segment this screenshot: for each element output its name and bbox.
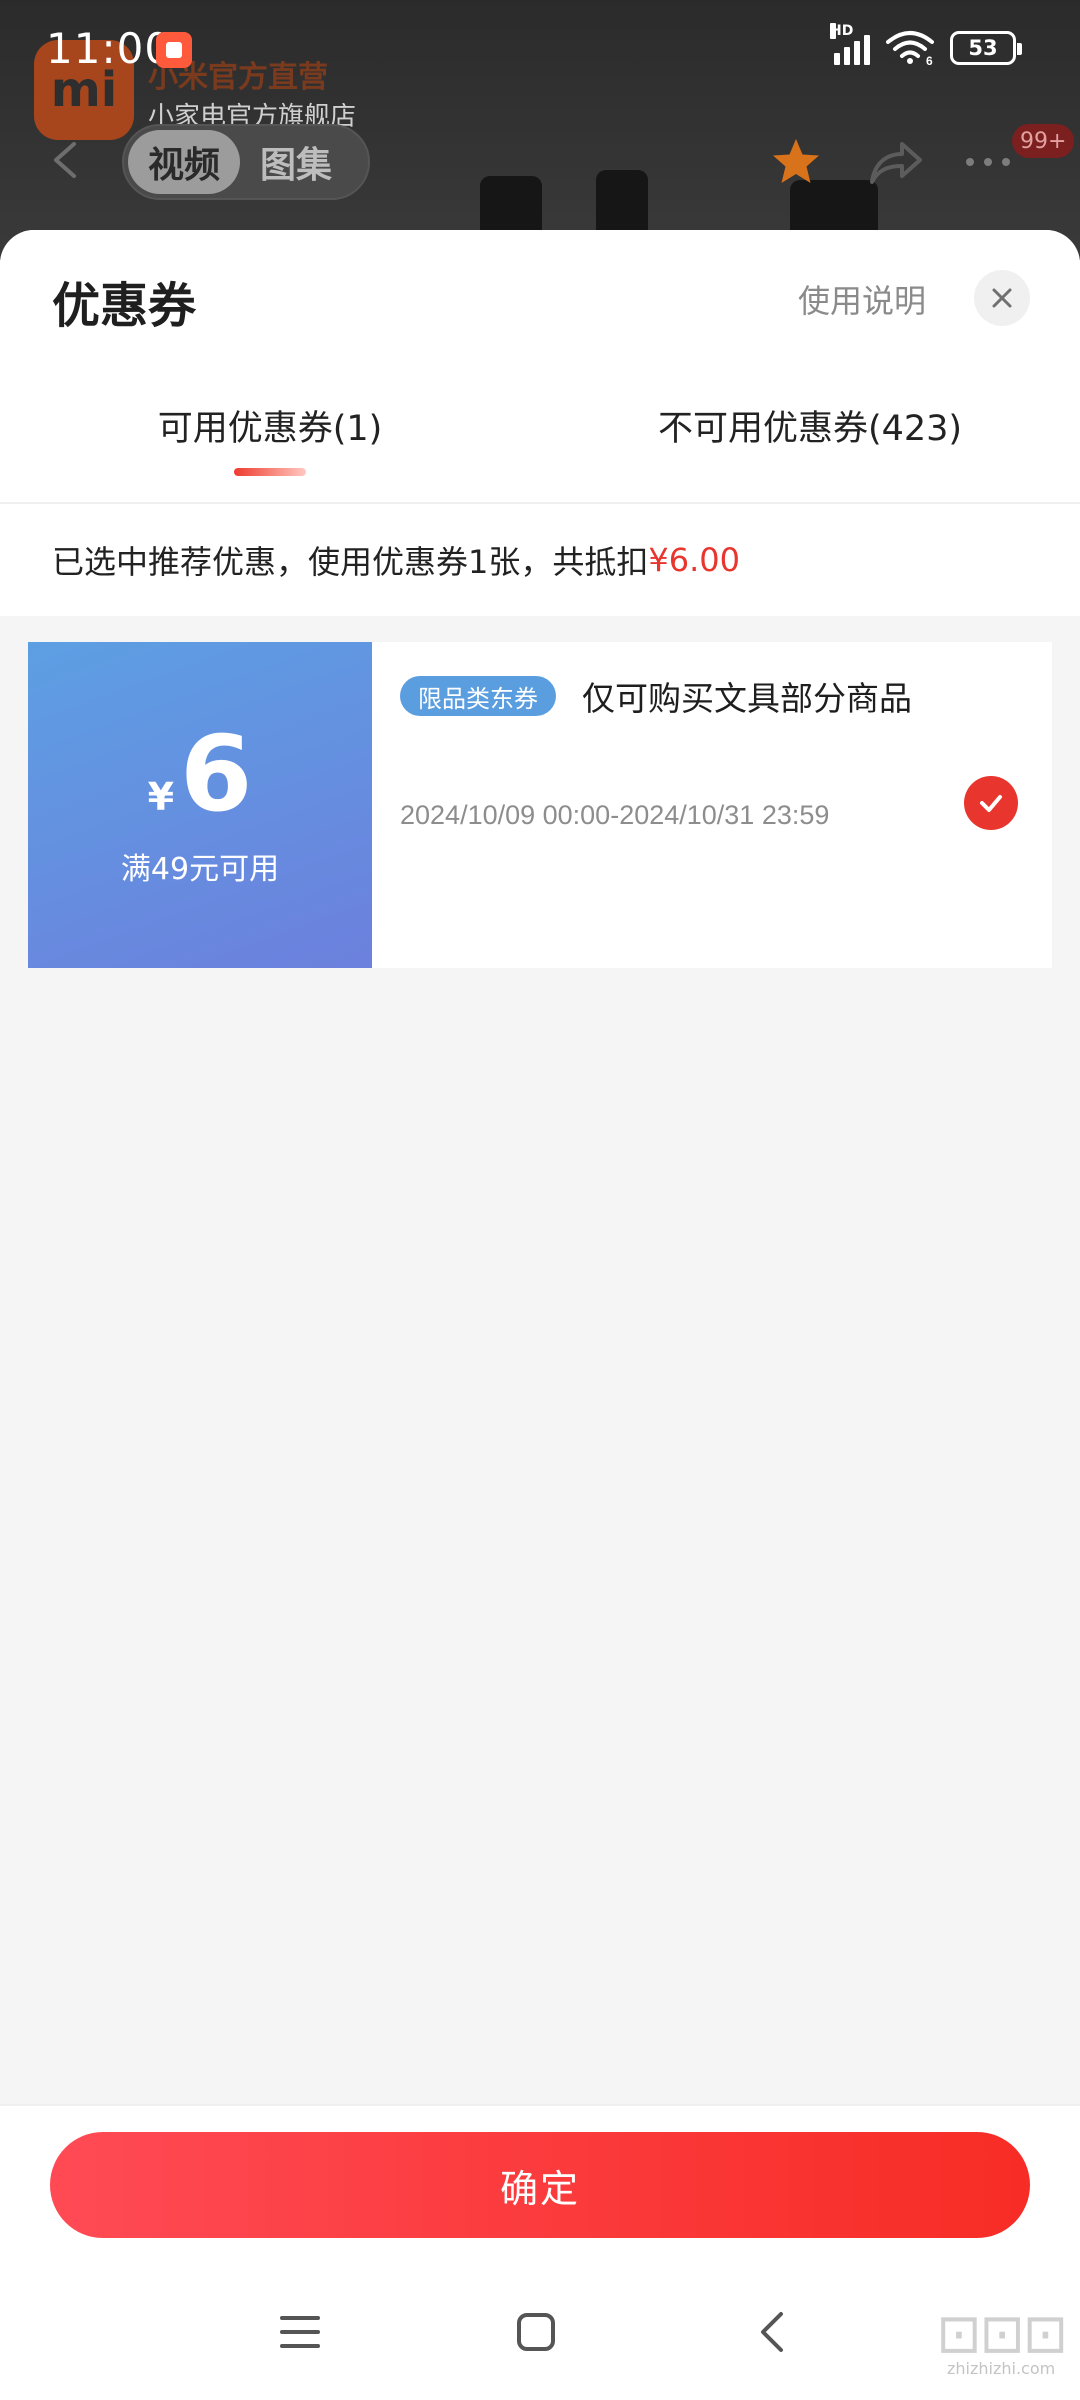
close-icon: [992, 288, 1012, 308]
tab-available-coupons[interactable]: 可用优惠券(1): [0, 400, 540, 500]
message-badge: 99+: [1012, 124, 1075, 158]
checkmark-icon: [980, 795, 1002, 812]
discount-summary: 已选中推荐优惠，使用优惠券1张，共抵扣 ¥6.00: [0, 504, 1080, 616]
confirm-button[interactable]: 确定: [50, 2132, 1030, 2238]
tab-unavailable-coupons[interactable]: 不可用优惠券(423): [540, 400, 1080, 500]
media-tab-video[interactable]: 视频: [128, 130, 241, 194]
coupon-sheet: 优惠券 使用说明 可用优惠券(1) 不可用优惠券(423) 已选中推荐优惠，使用…: [0, 230, 1080, 2400]
back-chevron-icon: [761, 2312, 783, 2352]
coupon-validity: 2024/10/09 00:00-2024/10/31 23:59: [400, 800, 830, 830]
coupon-details: 限品类东券 仅可购买文具部分商品 2024/10/09 00:00-2024/1…: [372, 642, 1052, 968]
watermark-text: zhizhizhi.com: [947, 2359, 1056, 2378]
tab-label: 可用优惠券(1): [157, 409, 383, 449]
notification-app-icon: [156, 32, 192, 68]
coupon-selected-checkbox[interactable]: [964, 776, 1018, 830]
nav-home-button[interactable]: [506, 2302, 566, 2362]
coupon-tabs: 可用优惠券(1) 不可用优惠券(423): [0, 400, 1080, 500]
battery-level: 53: [968, 36, 998, 60]
summary-amount: ¥6.00: [648, 541, 740, 579]
nav-back-button[interactable]: [742, 2302, 802, 2362]
sheet-header: 优惠券 使用说明 可用优惠券(1) 不可用优惠券(423): [0, 230, 1080, 502]
summary-text: 已选中推荐优惠，使用优惠券1张，共抵扣: [52, 543, 649, 581]
coupon-condition: 满49元可用: [120, 852, 280, 887]
active-tab-indicator: [234, 468, 306, 476]
tab-label: 不可用优惠券(423): [657, 409, 963, 449]
watermark-logo: ⊡⊡⊡: [936, 2302, 1068, 2365]
system-navigation-bar: ⊡⊡⊡ zhizhizhi.com: [0, 2276, 1080, 2386]
coupon-description: 仅可购买文具部分商品: [582, 679, 912, 718]
favorite-star-icon[interactable]: [770, 136, 822, 188]
coupon-category-tag: 限品类东券: [400, 676, 556, 716]
coupon-value: 6: [180, 713, 253, 835]
more-options-icon[interactable]: [966, 158, 1010, 166]
sheet-footer: 确定 ⊡⊡⊡ zhizhizhi.com: [0, 2104, 1080, 2400]
nav-menu-button[interactable]: [270, 2302, 330, 2362]
wifi-generation: 6: [926, 54, 933, 66]
coupon-currency: ¥: [147, 775, 175, 819]
status-time: 11:00: [46, 24, 173, 73]
media-toggle[interactable]: 视频 图集: [122, 124, 370, 200]
coupon-card[interactable]: ¥ 6 满49元可用 限品类东券 仅可购买文具部分商品 2024/10/09 0…: [22, 642, 1052, 968]
usage-instructions-link[interactable]: 使用说明: [798, 276, 926, 322]
media-tab-gallery[interactable]: 图集: [240, 130, 352, 194]
close-button[interactable]: [974, 270, 1030, 326]
signal-icon: HD: [830, 23, 870, 65]
home-square-icon: [517, 2313, 555, 2351]
wifi-icon: 6: [886, 31, 934, 66]
back-arrow-icon[interactable]: [50, 140, 80, 180]
coupon-value-panel: ¥ 6 满49元可用: [22, 642, 372, 968]
battery-indicator: 53: [950, 31, 1022, 65]
status-bar: 11:00 HD 6 53: [0, 0, 1080, 100]
share-icon[interactable]: [868, 138, 924, 186]
menu-icon: [280, 2316, 320, 2348]
network-type: HD: [830, 23, 854, 39]
watermark: ⊡⊡⊡ zhizhizhi.com: [936, 2302, 1068, 2378]
sheet-title: 优惠券: [52, 278, 197, 334]
